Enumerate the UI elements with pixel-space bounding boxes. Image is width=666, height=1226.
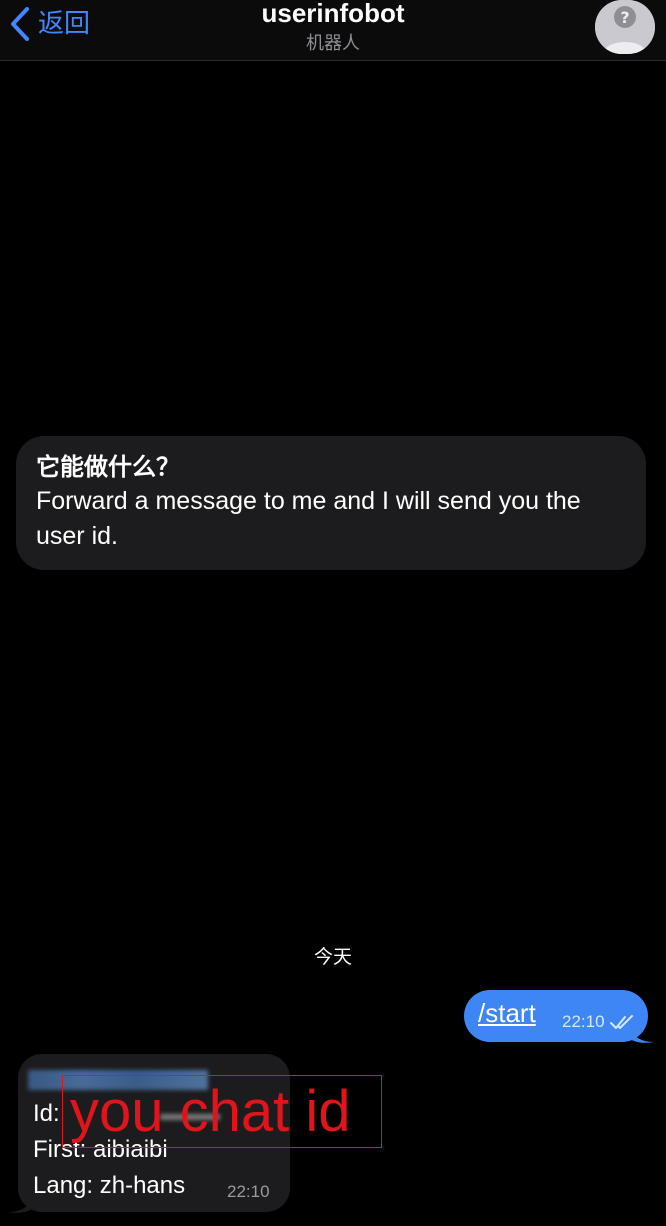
reply-lang-line: Lang: zh-hans xyxy=(33,1172,186,1199)
unknown-user-avatar-icon[interactable]: ? xyxy=(595,0,655,54)
double-check-icon xyxy=(610,1015,633,1029)
reply-message-time: 22:10 xyxy=(227,1182,270,1201)
reply-bubble-tail xyxy=(8,1192,34,1213)
date-separator: 今天 xyxy=(313,946,352,968)
chat-subtitle: 机器人 xyxy=(306,33,360,54)
info-card-text: Forward a message to me and I will send … xyxy=(36,487,581,550)
bot-info-card: 它能做什么？ Forward a message to me and I wil… xyxy=(16,436,646,570)
outgoing-message-time: 22:10 xyxy=(562,1012,605,1031)
reply-id-line: Id: xyxy=(33,1100,60,1127)
svg-text:?: ? xyxy=(620,8,629,27)
info-card-title: 它能做什么？ xyxy=(36,453,180,481)
start-command-link[interactable]: /start xyxy=(478,998,536,1029)
annotation-label: you chat id xyxy=(70,1079,351,1144)
chat-header: 返回 userinfobot 机器人 ? xyxy=(0,0,666,61)
chat-title: userinfobot xyxy=(261,0,405,28)
